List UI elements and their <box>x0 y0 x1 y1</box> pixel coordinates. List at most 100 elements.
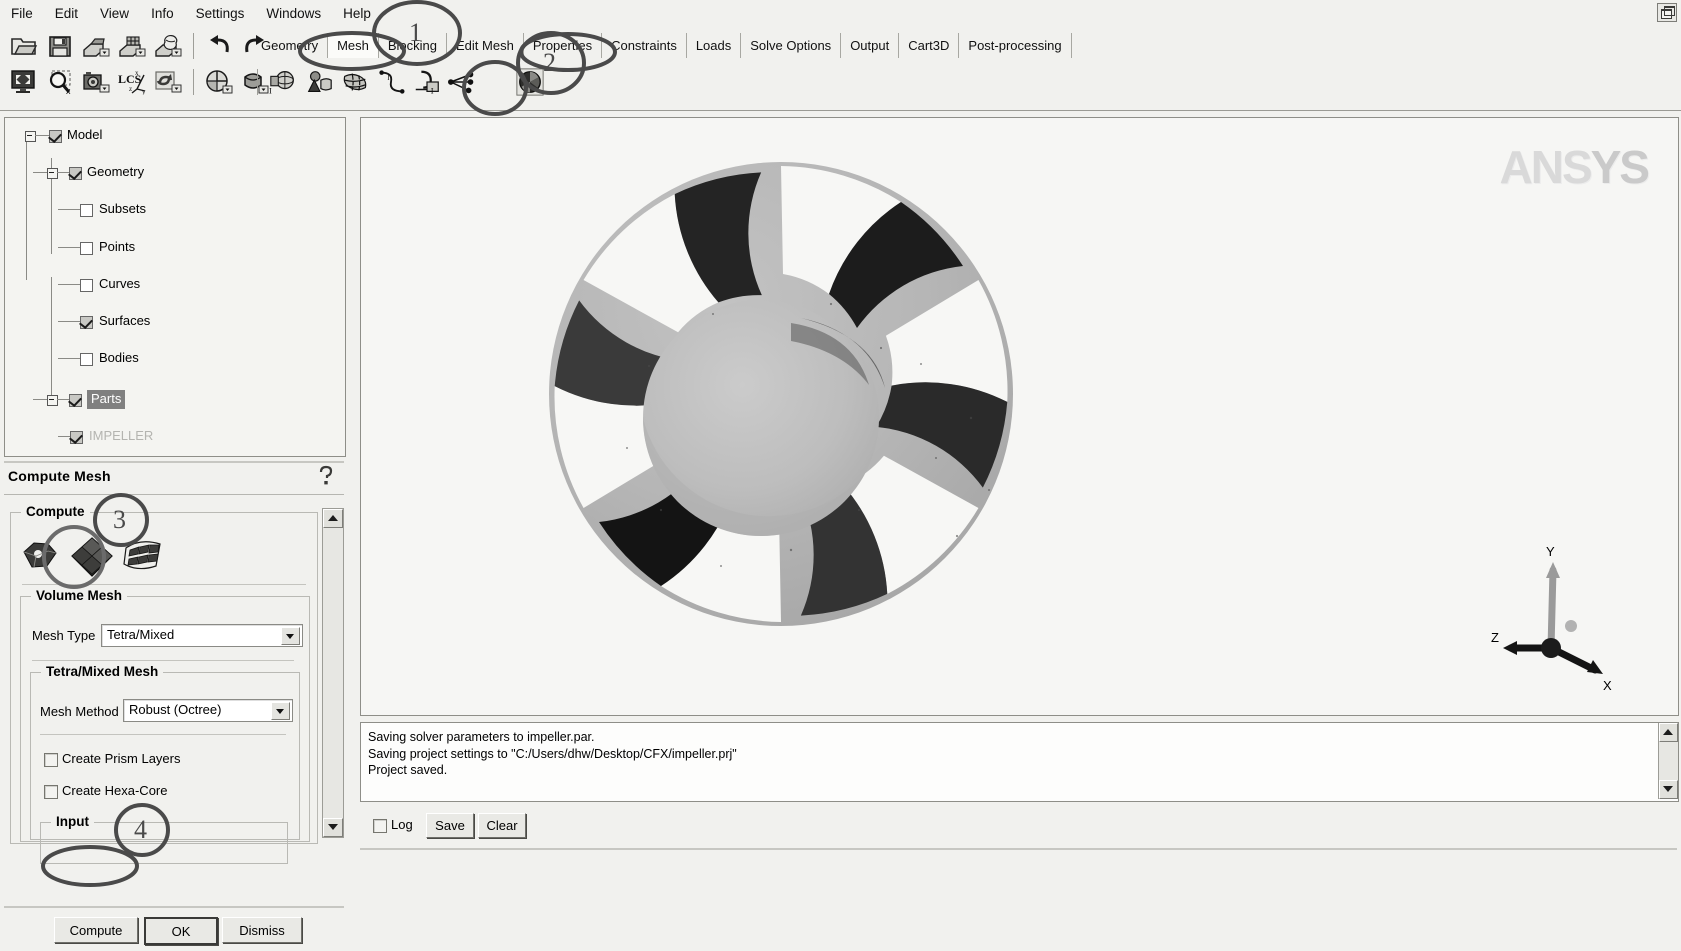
tab-constraints[interactable]: Constraints <box>602 33 687 58</box>
visibility-checkbox[interactable] <box>69 394 82 408</box>
expander-icon[interactable] <box>47 168 58 180</box>
menu-file[interactable]: File <box>0 3 44 24</box>
open-project-icon[interactable] <box>9 31 39 61</box>
3d-viewport[interactable]: ANSYS Y Z X <box>360 117 1679 716</box>
menu-view[interactable]: View <box>89 3 140 24</box>
tab-output[interactable]: Output <box>841 33 900 58</box>
tab-properties[interactable]: Properties <box>524 33 603 58</box>
log-scroll-down-button[interactable] <box>1659 780 1678 799</box>
visibility-checkbox[interactable] <box>80 241 93 255</box>
camera-view-icon[interactable] <box>81 67 111 97</box>
compute-mesh-toolbar-icon[interactable] <box>515 67 545 97</box>
save-geometry-icon[interactable] <box>81 31 111 61</box>
expander-icon[interactable] <box>47 395 58 407</box>
create-hexa-core-checkbox[interactable] <box>44 785 58 799</box>
tree-node-points[interactable]: Points <box>11 238 345 257</box>
tree-node-impeller[interactable]: IMPELLER <box>11 427 345 446</box>
log-scroll-up-button[interactable] <box>1659 723 1678 742</box>
tree-node-parts[interactable]: Parts <box>11 390 345 409</box>
log-scrollbar[interactable] <box>1658 723 1678 799</box>
lcs-icon[interactable]: LCS x y z <box>117 67 147 97</box>
tab-post-processing[interactable]: Post-processing <box>959 33 1072 58</box>
mesh-type-select[interactable]: Tetra/Mixed <box>101 624 303 647</box>
visibility-checkbox[interactable] <box>80 353 93 367</box>
refresh-view-icon[interactable] <box>153 67 183 97</box>
visibility-checkbox[interactable] <box>69 167 82 181</box>
tree-node-model[interactable]: Model <box>11 126 345 145</box>
message-log-box[interactable]: Saving solver parameters to impeller.par… <box>360 722 1679 802</box>
section-divider <box>40 734 286 735</box>
undo-icon[interactable] <box>204 31 234 61</box>
log-checkbox[interactable] <box>373 819 387 833</box>
ok-button[interactable]: OK <box>144 917 218 945</box>
help-question-icon[interactable] <box>316 465 336 487</box>
axis-label-z: Z <box>1491 630 1499 645</box>
expander-icon[interactable] <box>25 131 36 142</box>
prism-mesh-icon[interactable] <box>18 534 66 581</box>
panel-scrollbar[interactable] <box>322 508 344 838</box>
log-save-button[interactable]: Save <box>426 813 474 838</box>
visibility-checkbox[interactable] <box>70 431 83 445</box>
svg-text:I: I <box>431 85 434 95</box>
compute-mesh-header: Compute Mesh <box>4 461 344 491</box>
chevron-down-icon[interactable] <box>281 627 300 645</box>
tab-geometry[interactable]: Geometry <box>252 33 329 58</box>
scroll-down-button[interactable] <box>323 818 343 837</box>
tab-mesh[interactable]: Mesh <box>328 33 379 58</box>
chevron-down-icon[interactable] <box>271 702 290 720</box>
fit-window-icon[interactable] <box>9 67 39 97</box>
visibility-checkbox[interactable] <box>49 130 62 143</box>
compute-button[interactable]: Compute <box>54 917 138 943</box>
tree-node-label: Subsets <box>99 201 146 217</box>
menu-windows[interactable]: Windows <box>255 3 332 24</box>
log-clear-button[interactable]: Clear <box>478 813 526 838</box>
surface-mesh-setup-icon[interactable] <box>340 67 370 97</box>
visibility-checkbox[interactable] <box>80 204 93 218</box>
toolbar-row-file <box>6 29 273 63</box>
menu-settings[interactable]: Settings <box>185 3 256 24</box>
tree-node-subsets[interactable]: Subsets <box>11 200 345 219</box>
tab-cart3d[interactable]: Cart3D <box>899 33 960 58</box>
curve-mesh-setup-icon[interactable]: l <box>376 67 406 97</box>
mesh-type-value: Tetra/Mixed <box>107 627 175 642</box>
module-tabs: Geometry Mesh Blocking Edit Mesh Propert… <box>252 30 1072 58</box>
scroll-up-button[interactable] <box>323 509 343 528</box>
tree-node-geometry[interactable]: Geometry <box>11 163 345 182</box>
mesh-from-points-icon[interactable] <box>448 67 478 97</box>
tree-node-label: Bodies <box>99 350 139 366</box>
tab-loads[interactable]: Loads <box>687 33 742 58</box>
tab-blocking[interactable]: Blocking <box>379 33 448 58</box>
density-mesh-setup-icon[interactable]: I <box>412 67 442 97</box>
input-group: Input <box>40 814 288 864</box>
tree-node-bodies[interactable]: Bodies <box>11 349 345 368</box>
save-project-icon[interactable] <box>45 31 75 61</box>
tab-solve-options[interactable]: Solve Options <box>741 33 842 58</box>
tree-node-surfaces[interactable]: Surfaces <box>11 312 345 331</box>
tab-edit-mesh[interactable]: Edit Mesh <box>447 33 524 58</box>
volume-mesh-icon[interactable] <box>66 534 118 583</box>
menu-bar: File Edit View Info Settings Windows Hel… <box>0 0 1681 26</box>
tree-node-curves[interactable]: Curves <box>11 275 345 294</box>
global-mesh-setup-icon[interactable]: I <box>268 67 298 97</box>
visibility-checkbox[interactable] <box>80 315 93 329</box>
restore-window-icon[interactable] <box>1657 3 1677 22</box>
create-prism-layers-checkbox[interactable] <box>44 753 58 767</box>
svg-text:y: y <box>142 88 146 95</box>
surface-mesh-compute-icon[interactable] <box>118 534 170 583</box>
part-mesh-setup-icon[interactable] <box>304 67 334 97</box>
mesh-method-select[interactable]: Robust (Octree) <box>123 699 293 722</box>
zoom-box-icon[interactable]: x <box>45 67 75 97</box>
axis-triad: Y Z X <box>1491 544 1612 693</box>
menu-info[interactable]: Info <box>140 3 185 24</box>
create-prism-layers-label: Create Prism Layers <box>62 751 181 766</box>
visibility-checkbox[interactable] <box>80 278 93 292</box>
model-tree-panel[interactable]: Model Geometry Subsets Points Curves Sur… <box>4 117 346 457</box>
menu-help[interactable]: Help <box>332 3 382 24</box>
model-tree: Model Geometry Subsets Points Curves Sur… <box>5 118 345 445</box>
menu-edit[interactable]: Edit <box>44 3 89 24</box>
dismiss-button[interactable]: Dismiss <box>222 917 302 943</box>
save-blocking-icon[interactable] <box>153 31 183 61</box>
save-mesh-icon[interactable] <box>117 31 147 61</box>
part-view-icon[interactable] <box>204 67 234 97</box>
volume-mesh-group-label: Volume Mesh <box>31 588 128 603</box>
